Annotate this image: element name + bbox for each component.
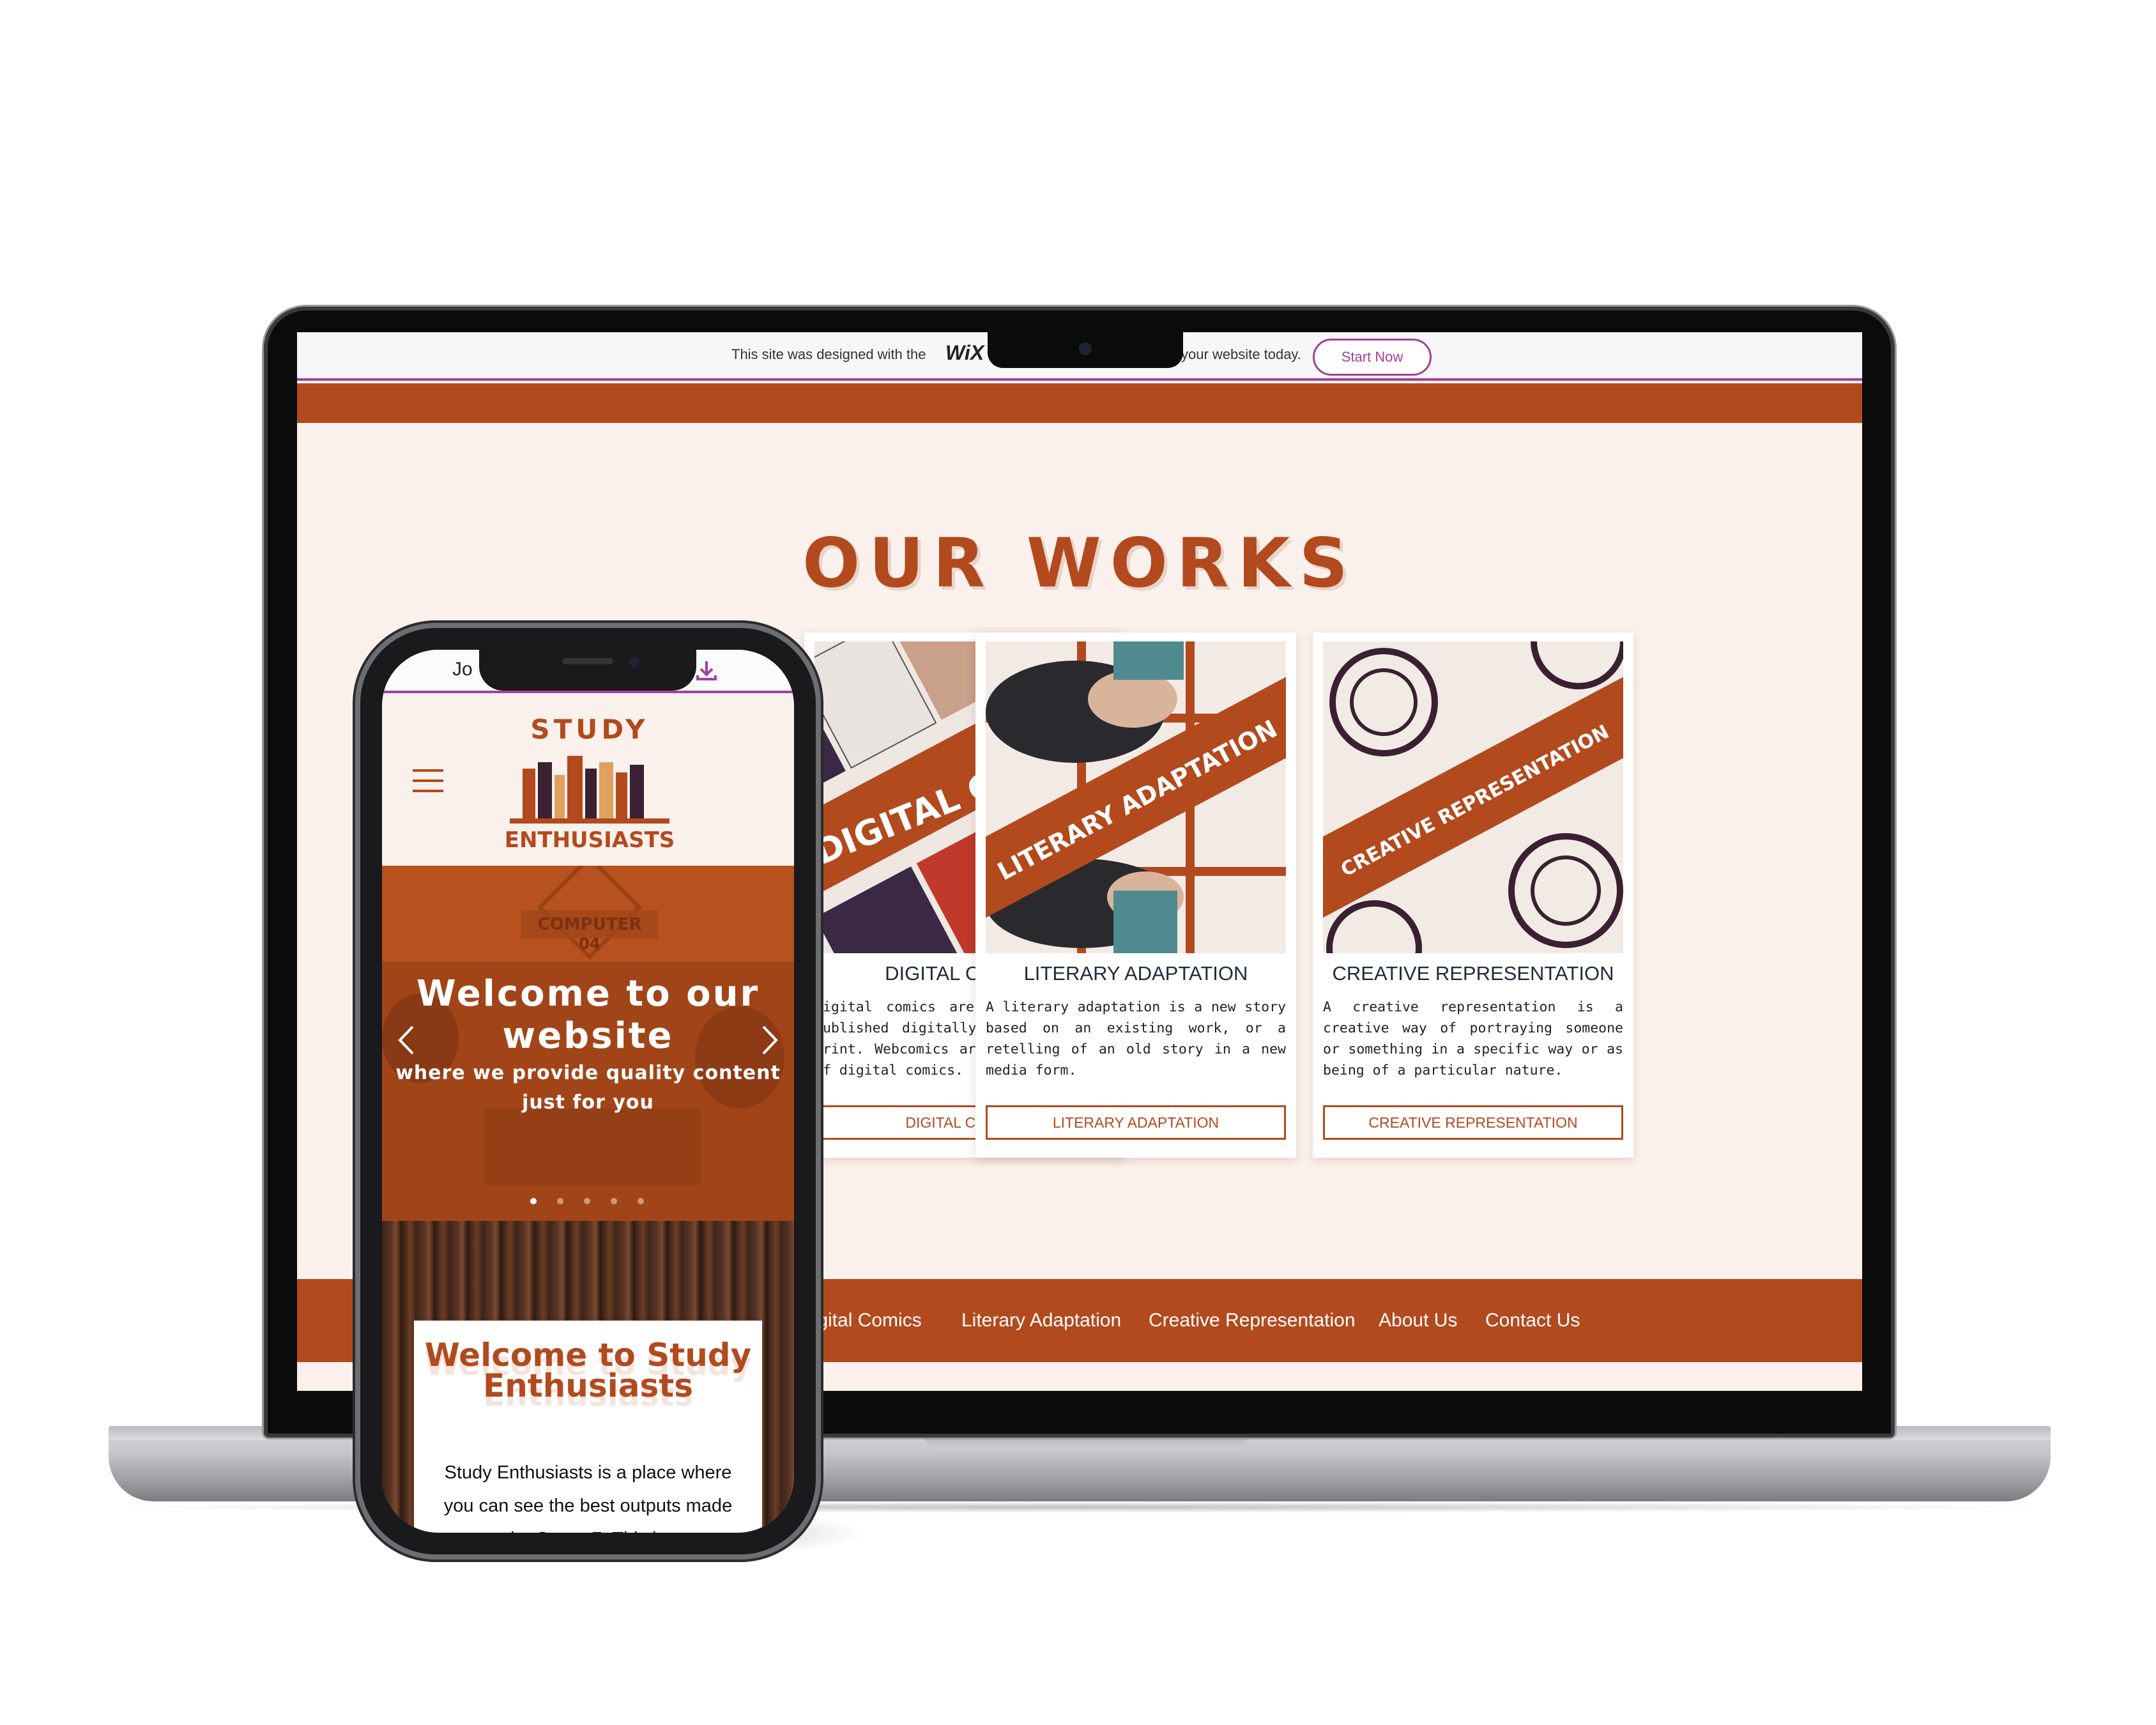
wix-banner-text-end: your website today. [1181,346,1301,362]
welcome-title: Welcome to Study Enthusiasts [424,1337,752,1404]
card-title: LITERARY ADAPTATION [1023,962,1248,985]
slideshow-dot[interactable] [611,1198,617,1204]
site-header-bar [297,383,1862,423]
card-description: A literary adaptation is a new story bas… [986,999,1286,1078]
hero-sign-text: COMPUTER [538,915,642,934]
wix-logo[interactable]: WiX [945,341,984,365]
start-now-button[interactable]: Start Now [1313,339,1432,376]
creative-representation-image[interactable]: CREATIVE REPRESENTATION [1323,641,1623,953]
slideshow-prev-arrow-icon[interactable] [396,1024,415,1056]
creative-representation-button[interactable]: CREATIVE REPRESENTATION [1323,1105,1623,1140]
work-card-literary-adaptation: LITERARY ADAPTATION LITERARY ADAPTATION … [975,632,1296,1158]
phone-volume-down [353,907,359,977]
bookshelf-icon [510,756,669,824]
slideshow-dot[interactable] [557,1198,563,1204]
phone-notch [479,648,696,691]
laptop-camera [1079,342,1092,355]
welcome-body: Study Enthusiasts is a place where you c… [443,1462,733,1533]
slideshow-dot[interactable] [584,1198,590,1204]
download-icon[interactable] [694,657,719,683]
hamburger-menu-icon[interactable] [413,768,443,793]
slideshow-dot-active[interactable] [530,1198,537,1204]
site-logo[interactable]: STUDY ENTHUSIASTS [497,714,682,861]
work-card-creative-representation: CREATIVE REPRESENTATION CREATIVE REPRESE… [1313,632,1633,1158]
card-description: A creative representation is a creative … [1323,999,1623,1078]
welcome-card: Welcome to Study Enthusiasts Study Enthu… [414,1321,762,1533]
mobile-website: Jo STUDY ENTHUSIASTS COMPUTER 04 Welcome… [382,650,794,1533]
phone-mute-switch [353,767,359,805]
section-title: OUR WORKS [802,524,1357,602]
footer-link-contact-us[interactable]: Contact Us [1485,1310,1580,1331]
hero-subtitle: where we provide quality content just fo… [395,1062,781,1114]
footer-link-literary-adaptation[interactable]: Literary Adaptation [961,1310,1121,1331]
footer-link-creative-representation[interactable]: Creative Representation [1149,1310,1356,1331]
hero-title: Welcome to our website [416,973,760,1057]
phone-speaker [562,658,613,664]
card-title: CREATIVE REPRESENTATION [1332,962,1614,985]
slideshow-next-arrow-icon[interactable] [761,1024,780,1056]
literary-adaptation-button[interactable]: LITERARY ADAPTATION [986,1105,1286,1140]
phone-camera [629,657,639,667]
mobile-banner-text: Jo [452,659,473,680]
literary-adaptation-image[interactable]: LITERARY ADAPTATION [986,641,1286,953]
logo-text-study: STUDY [530,714,649,745]
footer-link-digital-comics[interactable]: Digital Comics [799,1310,922,1331]
slideshow-dot[interactable] [638,1198,644,1204]
hero-sign-number: 04 [579,935,600,953]
footer-link-about-us[interactable]: About Us [1379,1310,1457,1331]
wix-banner-text: This site was designed with the [731,346,926,362]
hero-slideshow: COMPUTER 04 Welcome to our website where… [382,866,794,1221]
phone-volume-up [353,824,359,894]
logo-text-enthusiasts: ENTHUSIASTS [504,827,675,853]
